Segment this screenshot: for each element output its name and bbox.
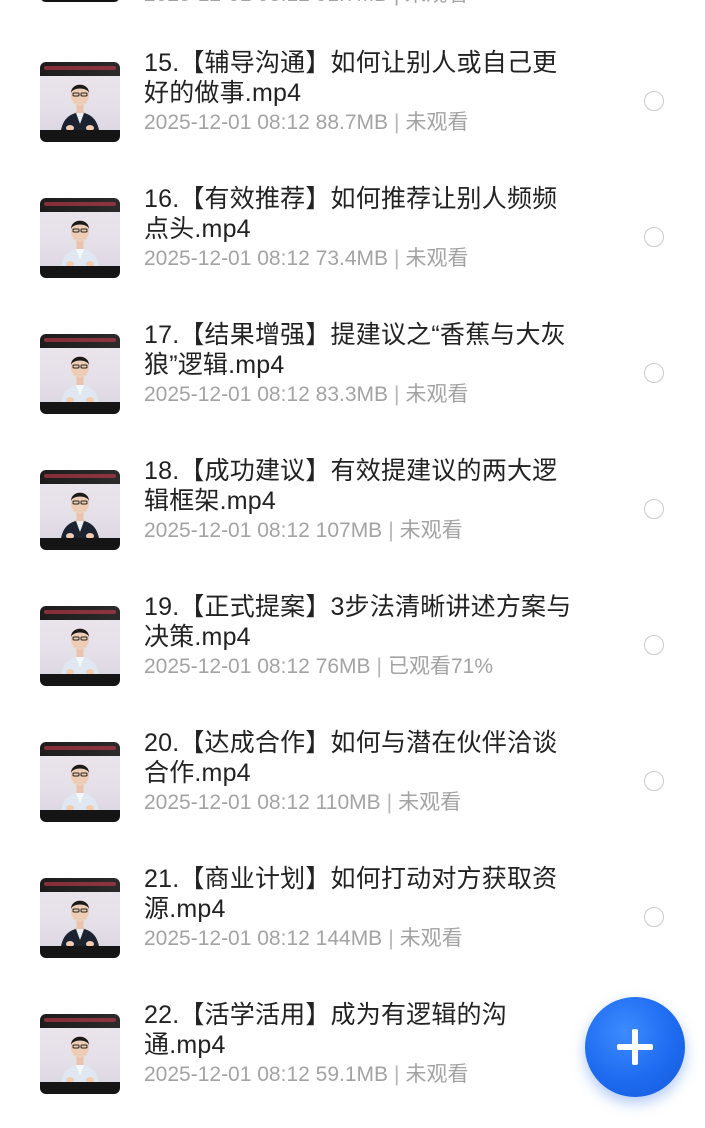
- file-list-item[interactable]: 16.【有效推荐】如何推荐让别人频频点头.mp4 2025-12-01 08:12…: [0, 176, 705, 312]
- file-list-item[interactable]: 19.【正式提案】3步法清晰讲述方案与决策.mp4 2025-12-01 08:1…: [0, 584, 705, 720]
- select-radio[interactable]: [644, 363, 664, 383]
- file-name: 16.【有效推荐】如何推荐让别人频频点头.mp4: [144, 185, 558, 243]
- file-list-item[interactable]: 20.【达成合作】如何与潜在伙伴洽谈合作.mp4 2025-12-01 08:12…: [0, 720, 705, 856]
- file-meta: 2025-12-01 08:12 83.3MB | 未观看: [144, 383, 469, 406]
- select-radio[interactable]: [644, 499, 664, 519]
- watch-status: 未观看: [399, 927, 463, 950]
- file-size: 73.4MB: [315, 247, 389, 270]
- file-date: 2025-12-01 08:12: [144, 383, 310, 406]
- file-list-item[interactable]: 18.【成功建议】有效提建议的两大逻辑框架.mp4 2025-12-01 08:1…: [0, 448, 705, 584]
- select-radio[interactable]: [644, 91, 664, 111]
- file-size: 83.3MB: [315, 383, 389, 406]
- file-meta: 2025-12-01 08:12 91.7MB | 未观看: [144, 0, 468, 8]
- file-size: 110MB: [315, 791, 381, 814]
- file-date: 2025-12-01 08:12: [144, 519, 310, 542]
- file-name: 19.【正式提案】3步法清晰讲述方案与决策.mp4: [144, 593, 572, 651]
- file-list-item[interactable]: 17.【结果增强】提建议之“香蕉与大灰狼”逻辑.mp4 2025-12-01 08…: [0, 312, 705, 448]
- file-list-item[interactable]: 15.【辅导沟通】如何让别人或自己更好的做事.mp4 2025-12-01 08:…: [0, 40, 705, 176]
- file-list-item[interactable]: 21.【商业计划】如何打动对方获取资源.mp4 2025-12-01 08:12 …: [0, 856, 705, 992]
- file-name: 17.【结果增强】提建议之“香蕉与大灰狼”逻辑.mp4: [144, 321, 566, 379]
- file-list: 2025-12-01 08:12 91.7MB | 未观看 15.【辅导沟通】如…: [0, 0, 705, 1121]
- file-meta: 2025-12-01 08:12 73.4MB | 未观看: [144, 247, 469, 270]
- video-thumbnail[interactable]: [40, 0, 120, 2]
- file-date: 2025-12-01 08:12: [144, 111, 310, 134]
- watch-status: 未观看: [405, 383, 469, 406]
- select-radio[interactable]: [644, 635, 664, 655]
- video-thumbnail[interactable]: [40, 878, 120, 958]
- file-meta: 2025-12-01 08:12 59.1MB | 未观看: [144, 1063, 469, 1086]
- video-thumbnail[interactable]: [40, 334, 120, 414]
- file-meta: 2025-12-01 08:12 110MB | 未观看: [144, 791, 462, 814]
- add-button[interactable]: [585, 997, 685, 1097]
- video-thumbnail[interactable]: [40, 198, 120, 278]
- select-radio[interactable]: [644, 907, 664, 927]
- file-date: 2025-12-01 08:12: [144, 791, 310, 814]
- watch-status: 未观看: [398, 791, 462, 814]
- video-thumbnail[interactable]: [40, 1014, 120, 1094]
- video-thumbnail[interactable]: [40, 62, 120, 142]
- file-meta: 2025-12-01 08:12 88.7MB | 未观看: [144, 111, 469, 134]
- file-size: 76MB: [315, 655, 371, 678]
- watch-status: 未观看: [399, 519, 463, 542]
- video-thumbnail[interactable]: [40, 606, 120, 686]
- file-name: 21.【商业计划】如何打动对方获取资源.mp4: [144, 865, 558, 923]
- watch-status: 已观看71%: [387, 655, 494, 678]
- watch-status: 未观看: [405, 1063, 469, 1086]
- file-name: 15.【辅导沟通】如何让别人或自己更好的做事.mp4: [144, 49, 558, 107]
- file-date: 2025-12-01 08:12: [144, 247, 310, 270]
- file-size: 59.1MB: [315, 1063, 389, 1086]
- file-date: 2025-12-01 08:12: [144, 927, 310, 950]
- file-size: 107MB: [315, 519, 383, 542]
- file-date: 2025-12-01 08:12: [144, 655, 310, 678]
- video-thumbnail[interactable]: [40, 742, 120, 822]
- file-date: 2025-12-01 08:12: [144, 1063, 310, 1086]
- file-meta: 2025-12-01 08:12 144MB | 未观看: [144, 927, 463, 950]
- file-name: 22.【活学活用】成为有逻辑的沟通.mp4: [144, 1001, 507, 1059]
- video-thumbnail[interactable]: [40, 470, 120, 550]
- file-meta: 2025-12-01 08:12 107MB | 未观看: [144, 519, 463, 542]
- watch-status: 未观看: [405, 111, 469, 134]
- file-name: 20.【达成合作】如何与潜在伙伴洽谈合作.mp4: [144, 729, 558, 787]
- watch-status: 未观看: [405, 247, 469, 270]
- select-radio[interactable]: [644, 227, 664, 247]
- file-size: 88.7MB: [315, 111, 389, 134]
- file-size: 144MB: [315, 927, 383, 950]
- file-meta: 2025-12-01 08:12 76MB | 已观看71%: [144, 655, 494, 678]
- select-radio[interactable]: [644, 771, 664, 791]
- file-name: 18.【成功建议】有效提建议的两大逻辑框架.mp4: [144, 457, 558, 515]
